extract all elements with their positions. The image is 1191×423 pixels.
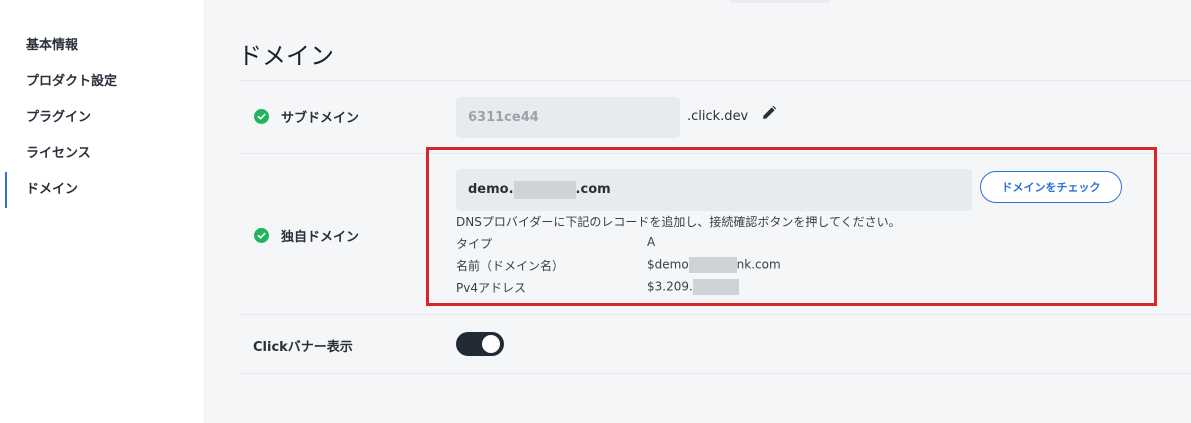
check-circle-icon (254, 228, 269, 243)
sidebar-item-domain[interactable]: ドメイン (5, 172, 204, 208)
banner-row: Clickバナー表示 (240, 314, 1191, 374)
custom-domain-row: 独自ドメイン demo. .com ドメインをチェック DNSプロバイダーに下記の… (240, 153, 1191, 315)
subdomain-row: サブドメイン 6311ce44 .click.dev (240, 80, 1191, 154)
dns-instructions: DNSプロバイダーに下記のレコードを追加し、接続確認ボタンを押してください。 (456, 215, 901, 229)
custom-domain-label-group: 独自ドメイン (254, 226, 359, 245)
record-value: $3.209. (647, 279, 739, 295)
subdomain-input[interactable]: 6311ce44 (456, 97, 680, 138)
custom-domain-input[interactable]: demo. .com (456, 169, 972, 211)
record-key: タイプ (456, 237, 493, 251)
record-value: A (647, 235, 656, 249)
redacted-block (513, 180, 576, 199)
custom-domain-value-prefix: demo. (468, 182, 514, 197)
redacted-block (692, 279, 739, 295)
page-title: ドメイン (238, 42, 334, 70)
redacted-block (688, 257, 737, 273)
record-key: 名前（ドメイン名） (456, 259, 565, 273)
check-circle-icon (254, 109, 269, 124)
pencil-icon[interactable] (761, 105, 777, 121)
banner-label: Clickバナー表示 (253, 340, 353, 355)
main-content: ドメイン サブドメイン 6311ce44 .click.dev 独自ドメイン d… (205, 0, 1191, 423)
sidebar-item-license[interactable]: ライセンス (5, 136, 204, 172)
sidebar: 基本情報 プロダクト設定 プラグイン ライセンス ドメイン (0, 0, 205, 423)
check-domain-button[interactable]: ドメインをチェック (980, 171, 1122, 203)
sidebar-item-plugins[interactable]: プラグイン (5, 100, 204, 136)
custom-domain-value-suffix: .com (575, 182, 611, 197)
sidebar-item-product-settings[interactable]: プロダクト設定 (5, 64, 204, 100)
banner-toggle[interactable] (456, 332, 504, 356)
subdomain-label-group: サブドメイン (254, 107, 359, 126)
record-key: Pv4アドレス (456, 281, 526, 295)
toggle-knob (482, 335, 500, 353)
subdomain-label: サブドメイン (281, 111, 360, 126)
subdomain-suffix: .click.dev (687, 109, 749, 124)
sidebar-item-basic-info[interactable]: 基本情報 (5, 28, 204, 64)
custom-domain-label: 独自ドメイン (281, 230, 360, 245)
record-value: $demo nk.com (647, 257, 781, 273)
sidebar-nav: 基本情報 プロダクト設定 プラグイン ライセンス ドメイン (5, 28, 204, 208)
